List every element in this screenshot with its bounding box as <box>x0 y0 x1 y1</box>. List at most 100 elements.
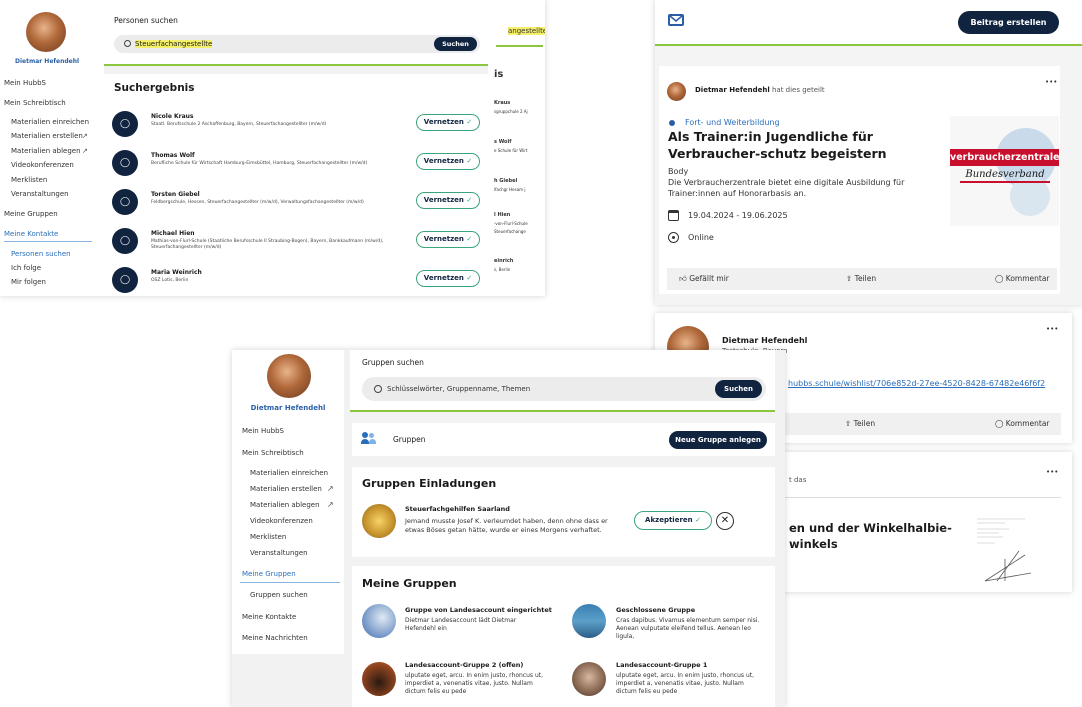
groups-search-button[interactable]: Suchen <box>715 380 762 398</box>
comment-button[interactable]: ◯ Kommentar <box>995 274 1050 283</box>
user-name[interactable]: Dietmar Hefendehl <box>232 404 344 412</box>
mail-icon[interactable] <box>668 14 684 26</box>
person-avatar-icon[interactable]: ◯ <box>112 189 138 215</box>
shared-by-name[interactable]: Dietmar Hefendehl <box>695 86 770 94</box>
sidebar-item-meine-kontakte[interactable]: Meine Kontakte <box>4 230 58 238</box>
person-desc: Feldbergschule, Hessen, Steuerfachangest… <box>151 200 364 205</box>
group-avatar[interactable] <box>362 662 396 696</box>
avatar[interactable] <box>26 12 66 52</box>
post3-title-line2[interactable]: winkels <box>789 537 838 551</box>
post-image[interactable]: verbraucherzentrale Bundesverband <box>950 116 1059 226</box>
comment-label: Kommentar <box>1005 419 1050 428</box>
person-desc: OSZ Lotis, Berlin <box>151 278 189 283</box>
group-name[interactable]: Geschlossene Gruppe <box>616 606 695 614</box>
divider <box>785 497 1061 498</box>
sidebar-item-merklisten[interactable]: Merklisten <box>250 533 286 541</box>
like-button[interactable]: 👍︎ Gefällt mir <box>679 274 729 284</box>
sidebar-item-veranstaltungen[interactable]: Veranstaltungen <box>11 190 69 198</box>
person-row: ◯ Torsten Giebel Feldbergschule, Hessen,… <box>104 182 484 220</box>
sidebar-item-materialien-ablegen[interactable]: Materialien ablegen <box>250 501 320 509</box>
groups-search-placeholder: Schlüsselwörter, Gruppenname, Themen <box>387 385 531 393</box>
accept-button[interactable]: Akzeptieren ✓ <box>634 511 712 530</box>
user-name[interactable]: Dietmar Hefendehl <box>0 58 94 65</box>
share-button[interactable]: ⇧ Teilen <box>846 274 876 283</box>
person-name[interactable]: Nicole Kraus <box>151 113 193 120</box>
person-avatar-icon[interactable]: ◯ <box>112 150 138 176</box>
sidebar-item-videokonferenzen[interactable]: Videokonferenzen <box>11 161 74 169</box>
post-title[interactable]: Als Trainer:in Jugendliche für Verbrauch… <box>668 129 923 162</box>
bg-green-line <box>496 45 543 47</box>
group-name[interactable]: Gruppe von Landesaccount eingerichtet <box>405 606 552 614</box>
person-avatar-icon[interactable]: ◯ <box>112 267 138 293</box>
external-link-icon[interactable]: ↗ <box>82 147 88 155</box>
external-link-icon[interactable]: ↗ <box>327 500 334 509</box>
sidebar-item-meine-gruppen[interactable]: Meine Gruppen <box>4 210 58 218</box>
sidebar-item-meine-gruppen[interactable]: Meine Gruppen <box>242 570 296 578</box>
new-group-button[interactable]: Neue Gruppe anlegen <box>669 431 767 449</box>
share-button[interactable]: ⇧ Teilen <box>845 419 875 428</box>
sidebar-item-mein-hubbs[interactable]: Mein HubbS <box>4 79 46 87</box>
sidebar-item-materialien-einreichen[interactable]: Materialien einreichen <box>11 118 89 126</box>
external-link-icon[interactable]: ↗ <box>82 132 88 140</box>
groups-label: Gruppen <box>393 435 426 444</box>
sidebar-item-ich-folge[interactable]: Ich folge <box>11 264 41 272</box>
sidebar-item-mein-hubbs[interactable]: Mein HubbS <box>242 427 284 435</box>
external-link-icon[interactable]: ↗ <box>327 484 334 493</box>
sidebar-item-gruppen-suchen[interactable]: Gruppen suchen <box>250 591 308 599</box>
person-name[interactable]: Thomas Wolf <box>151 152 195 159</box>
sidebar-item-mir-folgen[interactable]: Mir folgen <box>11 278 46 286</box>
person-name[interactable]: Michael Hien <box>151 230 195 237</box>
decline-close-icon[interactable]: ✕ <box>716 512 734 530</box>
group-name[interactable]: Landesaccount-Gruppe 2 (offen) <box>405 661 523 669</box>
check-icon: ✓ <box>695 516 701 524</box>
post3-title-line1[interactable]: en und der Winkelhalbie- <box>789 521 952 535</box>
post2-author[interactable]: Dietmar Hefendehl <box>722 336 807 345</box>
person-name[interactable]: Torsten Giebel <box>151 191 200 198</box>
sidebar-item-meine-nachrichten[interactable]: Meine Nachrichten <box>242 634 308 642</box>
group-desc: Dietmar Landesaccount lädt Dietmar Hefen… <box>405 617 517 633</box>
person-name[interactable]: Maria Weinrich <box>151 269 202 276</box>
sidebar-item-materialien-einreichen[interactable]: Materialien einreichen <box>250 469 328 477</box>
group-desc: Cras dapibus. Vivamus elementum semper n… <box>616 617 760 641</box>
sidebar-item-meine-kontakte[interactable]: Meine Kontakte <box>242 613 296 621</box>
invite-group-name[interactable]: Steuerfachgehilfen Saarland <box>405 505 510 513</box>
connect-label: Vernetzen <box>423 196 464 204</box>
connect-button[interactable]: Vernetzen ✓ <box>416 153 480 170</box>
connect-button[interactable]: Vernetzen ✓ <box>416 114 480 131</box>
create-post-button[interactable]: Beitrag erstellen <box>958 11 1059 34</box>
connect-button[interactable]: Vernetzen ✓ <box>416 231 480 248</box>
sidebar-item-videokonferenzen[interactable]: Videokonferenzen <box>250 517 313 525</box>
post3-shared-suffix: t das <box>789 476 807 484</box>
sidebar-item-personen-suchen[interactable]: Personen suchen <box>11 250 71 258</box>
group-avatar[interactable] <box>362 604 396 638</box>
invite-avatar[interactable] <box>362 504 396 538</box>
person-desc: Mathias-von-Flurl-Schule (Staatliche Ber… <box>151 239 384 251</box>
person-avatar-icon[interactable]: ◯ <box>112 111 138 137</box>
comment-button[interactable]: ◯ Kommentar <box>995 419 1050 428</box>
sidebar-item-schreibtisch[interactable]: Mein Schreibtisch <box>242 449 304 457</box>
search-query[interactable]: Steuerfachangestellte <box>135 40 213 48</box>
sidebar-item-veranstaltungen[interactable]: Veranstaltungen <box>250 549 308 557</box>
group-name[interactable]: Landesaccount-Gruppe 1 <box>616 661 707 669</box>
sidebar-item-materialien-erstellen[interactable]: Materialien erstellen <box>11 132 83 140</box>
group-avatar[interactable] <box>572 604 606 638</box>
invitations-card: Gruppen Einladungen Steuerfachgehilfen S… <box>352 467 775 557</box>
post3-image[interactable] <box>975 515 1033 585</box>
sidebar-item-materialien-ablegen[interactable]: Materialien ablegen <box>11 147 81 155</box>
search-button[interactable]: Suchen <box>434 37 477 51</box>
bg-fragment: einrich <box>494 258 514 264</box>
connect-button[interactable]: Vernetzen ✓ <box>416 192 480 209</box>
sidebar-item-materialien-erstellen[interactable]: Materialien erstellen <box>250 485 322 493</box>
sidebar-item-merklisten[interactable]: Merklisten <box>11 176 47 184</box>
person-avatar-icon[interactable]: ◯ <box>112 228 138 254</box>
sidebar-item-schreibtisch[interactable]: Mein Schreibtisch <box>4 99 66 107</box>
connect-button[interactable]: Vernetzen ✓ <box>416 270 480 287</box>
more-options-icon[interactable]: ••• <box>1046 325 1058 333</box>
more-options-icon[interactable]: ••• <box>1046 468 1058 476</box>
avatar[interactable] <box>267 354 311 398</box>
more-options-icon[interactable]: ••• <box>1045 78 1057 86</box>
post2-link[interactable]: hubbs.schule/wishlist/706e852d-27ee-4520… <box>788 379 1045 388</box>
group-avatar[interactable] <box>572 662 606 696</box>
person-desc: Berufliche Schule für Wirtschaft Hamburg… <box>151 161 368 166</box>
category-dot <box>669 120 675 126</box>
